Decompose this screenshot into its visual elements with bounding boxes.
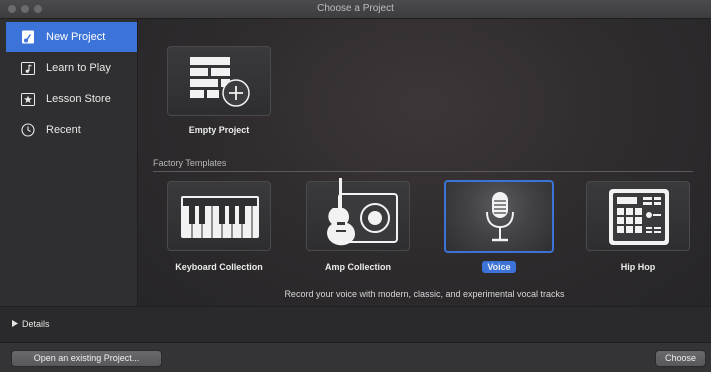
- template-keyboard-collection[interactable]: [167, 181, 271, 251]
- sidebar-item-label: Lesson Store: [46, 93, 111, 105]
- template-label: Voice: [482, 261, 516, 273]
- keyboard-icon: [181, 196, 259, 243]
- section-title: Factory Templates: [153, 158, 227, 168]
- template-voice[interactable]: [444, 180, 554, 253]
- section-divider: [153, 171, 693, 172]
- choose-project-window: Choose a Project New Project Learn to Pl…: [0, 0, 711, 372]
- empty-project-tile[interactable]: [167, 46, 271, 116]
- template-amp-collection[interactable]: [306, 178, 410, 251]
- microphone-icon: [482, 190, 518, 251]
- template-label: Keyboard Collection: [175, 262, 263, 272]
- window-title: Choose a Project: [317, 3, 394, 14]
- music-note-icon: [20, 61, 36, 75]
- template-description: Record your voice with modern, classic, …: [284, 289, 565, 299]
- choose-button[interactable]: Choose: [655, 350, 706, 367]
- drum-machine-icon: [609, 189, 669, 250]
- sidebar-item-label: New Project: [46, 31, 106, 43]
- details-disclosure[interactable]: Details: [12, 319, 50, 329]
- empty-project-label: Empty Project: [188, 125, 250, 135]
- project-chooser: Empty Project Factory Templates Keyboard…: [138, 19, 711, 306]
- template-label: Amp Collection: [324, 262, 391, 272]
- star-icon: [20, 92, 36, 106]
- guitar-document-icon: [20, 30, 36, 44]
- template-label-selected: Voice: [434, 261, 564, 273]
- sidebar: New Project Learn to Play Lesson Store R…: [0, 19, 138, 306]
- sidebar-item-label: Learn to Play: [46, 62, 111, 74]
- details-bar: Details: [0, 306, 711, 343]
- sidebar-item-lesson-store[interactable]: Lesson Store: [6, 84, 137, 114]
- sidebar-item-label: Recent: [46, 124, 81, 136]
- details-label: Details: [22, 319, 50, 329]
- guitar-amp-icon: [317, 178, 403, 255]
- title-bar: Choose a Project: [0, 0, 711, 19]
- footer: Open an existing Project... Choose: [0, 342, 711, 372]
- sidebar-item-learn-to-play[interactable]: Learn to Play: [6, 53, 137, 83]
- sidebar-item-new-project[interactable]: New Project: [6, 22, 137, 52]
- template-label: Hip Hop: [620, 262, 656, 272]
- disclosure-triangle-icon: [12, 319, 18, 329]
- sidebar-item-recent[interactable]: Recent: [6, 115, 137, 145]
- empty-project-add-icon: [188, 55, 254, 114]
- template-hip-hop[interactable]: [586, 181, 690, 251]
- open-existing-project-button[interactable]: Open an existing Project...: [11, 350, 162, 367]
- clock-icon: [20, 123, 36, 137]
